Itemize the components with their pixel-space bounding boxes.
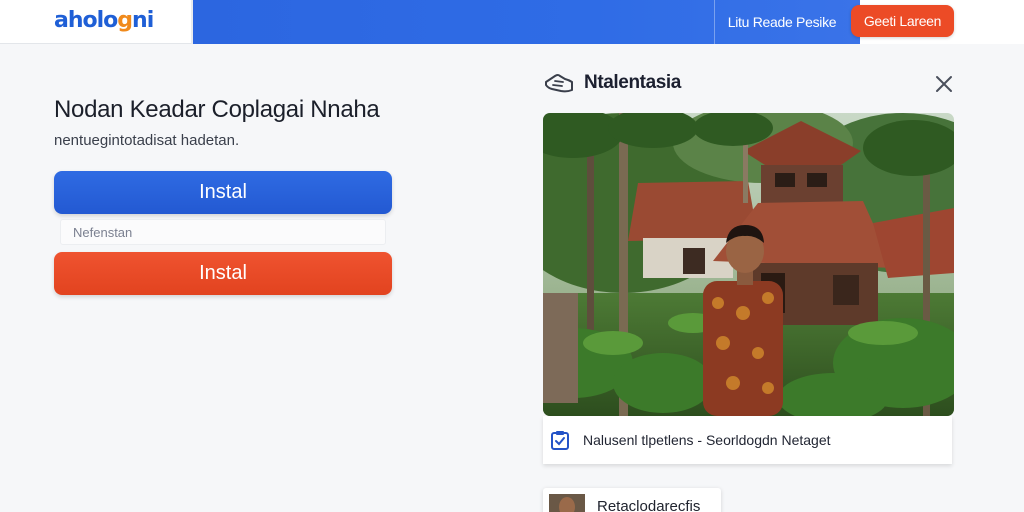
install-button-primary[interactable]: Instal xyxy=(54,171,392,214)
related-item-card[interactable]: Retaclodarecfis xyxy=(543,488,721,512)
page-headline: Nodan Keadar Coplagai Nnaha xyxy=(54,96,380,123)
close-icon[interactable] xyxy=(932,72,956,96)
caption-card[interactable]: Nalusenl tlpetlens - Seorldogdn Netaget xyxy=(543,416,952,464)
logo-text-1: aholo xyxy=(54,8,118,33)
related-thumbnail xyxy=(549,494,585,512)
panel-title: Ntalentasia xyxy=(584,72,681,93)
name-input[interactable] xyxy=(60,219,386,245)
caption-text: Nalusenl tlpetlens - Seorldogdn Netaget xyxy=(583,432,831,448)
header-cta-button[interactable]: Geeti Lareen xyxy=(851,5,954,37)
nav-divider xyxy=(714,0,715,44)
clipboard-check-icon xyxy=(551,431,569,450)
page-subline: nentuegintotadisat hadetan. xyxy=(54,132,240,149)
logo-text-2: g xyxy=(117,8,133,33)
top-bar: ahologni Litu Reade Pesike Geeti Lareen xyxy=(0,0,1024,44)
related-item-label: Retaclodarecfis xyxy=(597,498,701,512)
logo[interactable]: ahologni xyxy=(54,6,154,36)
nav-link[interactable]: Litu Reade Pesike xyxy=(722,0,842,44)
logo-text-3: ni xyxy=(132,8,154,33)
hand-icon xyxy=(545,74,573,93)
village-photo xyxy=(543,113,954,416)
install-button-secondary[interactable]: Instal xyxy=(54,252,392,295)
